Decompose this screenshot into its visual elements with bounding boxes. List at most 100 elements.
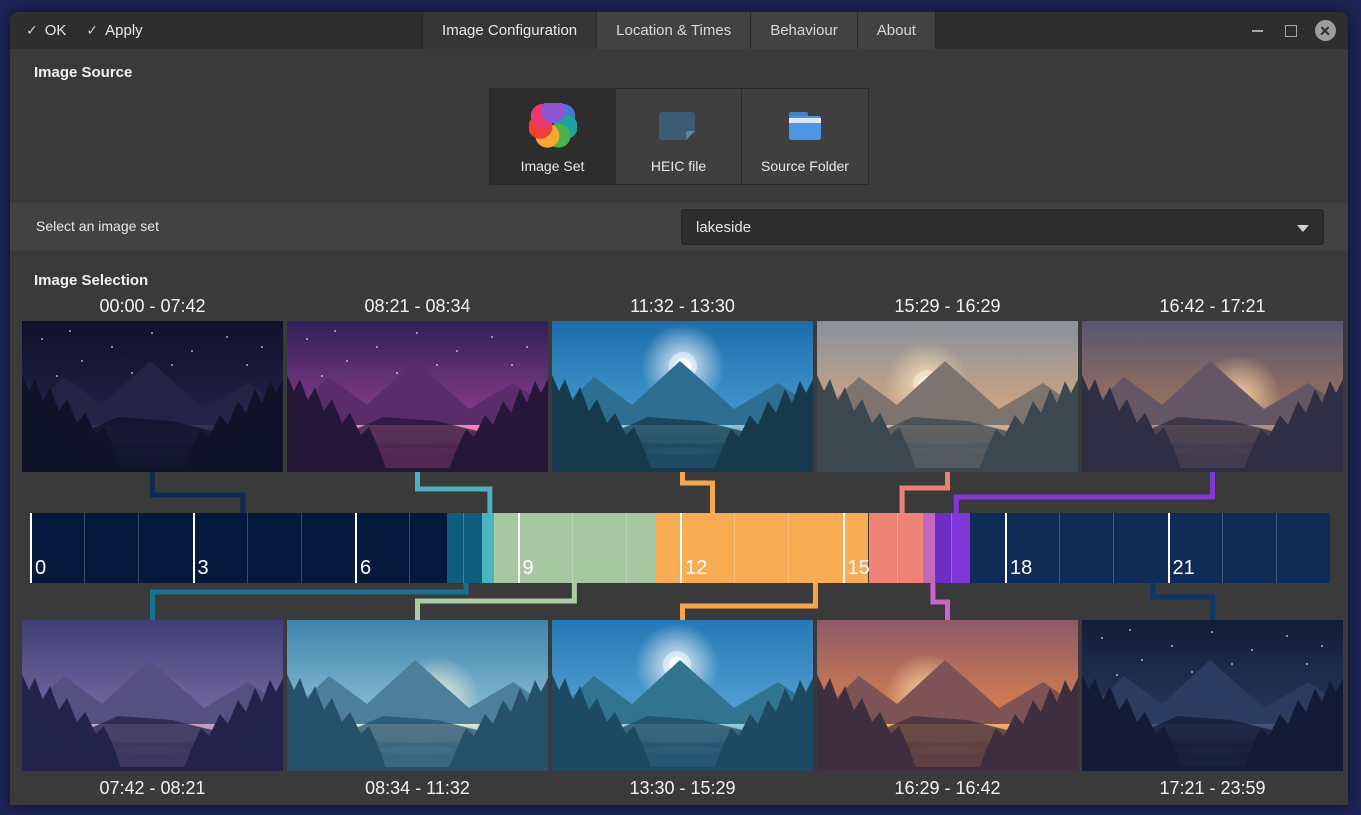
timeline-hour-line [572,513,573,583]
wallpaper-thumbnail-bottom-3[interactable] [552,620,813,771]
connector-top-3 [683,472,713,513]
tab-location-times[interactable]: Location & Times [597,12,751,49]
timeline-tick-6: 6 [360,557,371,580]
connector-top-4 [902,472,947,513]
timeline-tick-21: 21 [1173,557,1195,580]
source-option-label: Image Set [521,158,585,174]
timeline-hour-line [1222,513,1223,583]
wallpaper-thumbnail-top-5[interactable] [1082,321,1343,472]
bottom-thumbnail-row [22,620,1343,771]
timeline-segment-16:42-17:00 [935,513,951,583]
wallpaper-thumbnail-top-4[interactable] [817,321,1078,472]
timeline-hour-line [409,513,410,583]
tab-image-configuration[interactable]: Image Configuration [422,12,597,49]
minimize-button[interactable] [1244,18,1270,44]
timeline-tick-18: 18 [1010,557,1032,580]
timeline-hour-line [247,513,248,583]
tab-about[interactable]: About [858,12,936,49]
connector-top-1 [153,472,243,513]
connector-bottom-1 [153,583,467,620]
close-button[interactable] [1312,18,1338,44]
connector-top-2 [418,472,490,513]
timeline-major-hour-line [193,513,195,583]
wallpaper-thumbnail-top-1[interactable] [22,321,283,472]
wallpaper-thumbnail-bottom-5[interactable] [1082,620,1343,771]
image-selection-heading: Image Selection [34,272,148,289]
check-icon: ✓ [86,22,98,39]
wallpaper-thumbnail-bottom-4[interactable] [817,620,1078,771]
time-range-label-bottom-5: 17:21 - 23:59 [1082,778,1343,799]
timeline-tick-0: 0 [35,557,46,580]
timeline-major-hour-line [1168,513,1170,583]
timeline-segment-17:00-17:21 [951,513,970,583]
tab-behaviour[interactable]: Behaviour [751,12,858,49]
timeline-major-hour-line [680,513,682,583]
timeline-hour-line [84,513,85,583]
wallpaper-thumbnail-top-2[interactable] [287,321,548,472]
chevron-down-icon [1297,225,1309,232]
timeline-hour-line [897,513,898,583]
timeline-major-hour-line [843,513,845,583]
timeline-hour-line [734,513,735,583]
timeline-hour-line [1276,513,1277,583]
source-option-label: HEIC file [651,158,706,174]
timeline-hour-line [1059,513,1060,583]
top-thumbnail-row [22,321,1343,472]
titlebar: ✓ OK ✓ Apply Image ConfigurationLocation… [10,12,1348,49]
close-icon [1315,20,1336,41]
image-source-heading: Image Source [34,64,132,81]
top-time-labels: 00:00 - 07:4208:21 - 08:3411:32 - 13:301… [22,296,1343,317]
ok-button-label: OK [45,22,67,39]
heic-file-icon [655,103,703,152]
time-range-label-bottom-3: 13:30 - 15:29 [552,778,813,799]
connector-bottom-3 [683,583,816,620]
wallpaper-thumbnail-bottom-2[interactable] [287,620,548,771]
time-range-label-bottom-1: 07:42 - 08:21 [22,778,283,799]
connector-bottom-4 [933,583,948,620]
image-set-dropdown[interactable]: lakeside [681,209,1324,245]
window-controls [1244,12,1338,49]
time-range-label-bottom-4: 16:29 - 16:42 [817,778,1078,799]
time-range-label-top-3: 11:32 - 13:30 [552,296,813,317]
timeline[interactable]: 0 3 6 9 12 15 18 21 [30,513,1330,583]
timeline-tick-9: 9 [523,557,534,580]
maximize-button[interactable] [1278,18,1304,44]
maximize-icon [1285,25,1297,37]
timeline-hour-line [626,513,627,583]
app-window: ✓ OK ✓ Apply Image ConfigurationLocation… [10,12,1348,805]
time-range-label-top-4: 15:29 - 16:29 [817,296,1078,317]
image-set-row: Select an image set lakeside [10,203,1348,251]
timeline-segment-08:21-08:34 [482,513,494,583]
titlebar-actions: ✓ OK ✓ Apply [24,18,145,43]
minimize-icon [1252,30,1263,32]
apply-button-label: Apply [105,22,143,39]
image-set-label: Select an image set [36,218,159,234]
timeline-major-hour-line [1005,513,1007,583]
source-option-label: Source Folder [761,158,849,174]
timeline-major-hour-line [30,513,32,583]
time-range-label-top-2: 08:21 - 08:34 [287,296,548,317]
source-option-source-folder[interactable]: Source Folder [742,89,868,184]
timeline-major-hour-line [518,513,520,583]
connector-bottom-5 [1153,583,1213,620]
image-source-options: Image Set HEIC file Source Folder [489,88,869,185]
ok-button[interactable]: ✓ OK [24,18,68,43]
tab-bar: Image ConfigurationLocation & TimesBehav… [422,12,936,49]
bottom-time-labels: 07:42 - 08:2108:34 - 11:3213:30 - 15:291… [22,778,1343,799]
timeline-tick-12: 12 [685,557,707,580]
wallpaper-thumbnail-bottom-1[interactable] [22,620,283,771]
timeline-segment-00:00-07:42 [30,513,447,583]
timeline-hour-line [138,513,139,583]
time-range-label-top-1: 00:00 - 07:42 [22,296,283,317]
source-option-image-set[interactable]: Image Set [490,89,616,184]
wallpaper-thumbnail-top-3[interactable] [552,321,813,472]
color-wheel-icon [529,103,577,152]
timeline-hour-line [788,513,789,583]
timeline-hour-line [1113,513,1114,583]
timeline-tick-3: 3 [198,557,209,580]
timeline-hour-line [463,513,464,583]
apply-button[interactable]: ✓ Apply [84,18,144,43]
timeline-tick-15: 15 [848,557,870,580]
source-option-heic-file[interactable]: HEIC file [616,89,742,184]
connector-top-5 [956,472,1212,513]
